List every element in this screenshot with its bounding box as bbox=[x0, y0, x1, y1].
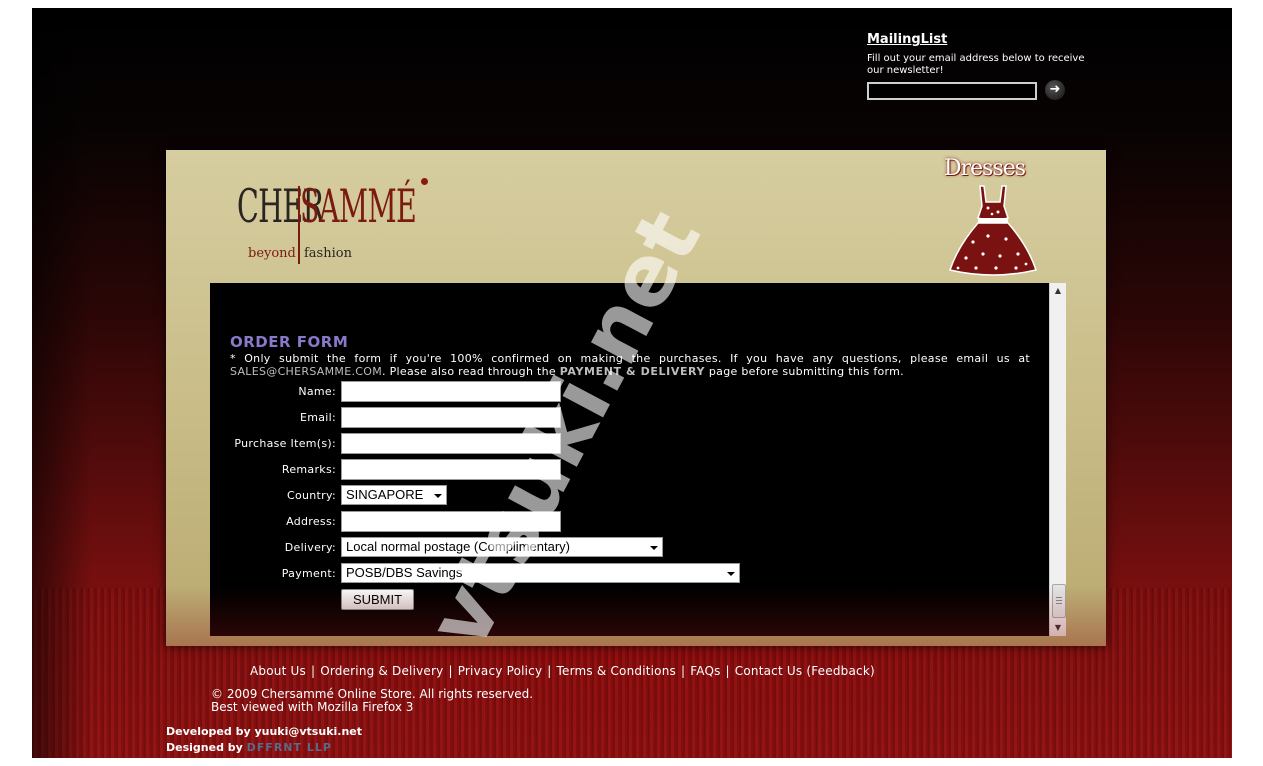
delivery-selected-value: Local normal postage (Complimentary) bbox=[346, 539, 570, 554]
purchase-items-label: Purchase Item(s): bbox=[234, 437, 336, 450]
developed-by-link[interactable]: Developed by yuuki@vtsuki.net bbox=[166, 724, 362, 740]
order-form-note: * Only submit the form if you're 100% co… bbox=[230, 352, 1030, 378]
footer-link-contact-us[interactable]: Contact Us (Feedback) bbox=[735, 664, 875, 678]
best-viewed-text: Best viewed with Mozilla Firefox 3 bbox=[211, 700, 414, 714]
newsletter-email-input[interactable] bbox=[867, 82, 1037, 100]
country-selected-value: SINGAPORE bbox=[346, 487, 424, 502]
address-input[interactable] bbox=[341, 511, 561, 532]
section-title: Dresses bbox=[944, 156, 1026, 181]
order-form-content: ORDER FORM * Only submit the form if you… bbox=[210, 283, 1066, 636]
page-background: MailingList Fill out your email address … bbox=[32, 8, 1232, 758]
payment-selected-value: POSB/DBS Savings bbox=[346, 565, 463, 580]
name-label: Name: bbox=[298, 385, 336, 398]
logo-tagline-beyond: beyond bbox=[248, 246, 296, 261]
mailing-list: MailingList Fill out your email address … bbox=[867, 32, 1087, 106]
note-text-1: * Only submit the form if you're 100% co… bbox=[230, 352, 1030, 365]
sales-email-link[interactable]: SALES@CHERSAMME.COM bbox=[230, 365, 382, 378]
remarks-label: Remarks: bbox=[281, 463, 336, 476]
credits: Developed by yuuki@vtsuki.net Designed b… bbox=[166, 724, 362, 756]
logo-text-cher: CHER bbox=[236, 179, 324, 233]
email-label: Email: bbox=[299, 411, 336, 424]
chevron-down-icon bbox=[727, 572, 735, 576]
designed-by: Designed by DFFRNT LLP bbox=[166, 740, 362, 756]
mailing-list-title: MailingList bbox=[867, 32, 948, 47]
logo-text-samme: SAMMÉ bbox=[300, 179, 417, 233]
chevron-down-icon bbox=[434, 494, 442, 498]
note-text-3: page before submitting this form. bbox=[705, 365, 904, 378]
payment-delivery-link[interactable]: PAYMENT & DELIVERY bbox=[560, 365, 705, 378]
delivery-label: Delivery: bbox=[284, 541, 336, 554]
logo-dot bbox=[421, 178, 428, 185]
mailing-list-row: ➜ bbox=[867, 80, 1087, 106]
footer-link-ordering-delivery[interactable]: Ordering & Delivery bbox=[320, 664, 443, 678]
scroll-down-icon[interactable]: ▼ bbox=[1050, 620, 1066, 636]
country-label: Country: bbox=[286, 489, 336, 502]
footer-link-faqs[interactable]: FAQs bbox=[690, 664, 720, 678]
country-select[interactable]: SINGAPORE bbox=[341, 485, 447, 505]
main-panel: CHER SAMMÉ beyond fashion Dresses ORDER … bbox=[166, 150, 1106, 646]
email-input[interactable] bbox=[341, 407, 561, 428]
payment-select[interactable]: POSB/DBS Savings bbox=[341, 563, 740, 583]
designed-by-prefix: Designed by bbox=[166, 741, 247, 754]
delivery-select[interactable]: Local normal postage (Complimentary) bbox=[341, 537, 663, 557]
arrow-right-icon[interactable]: ➜ bbox=[1045, 80, 1065, 100]
logo-tagline-fashion: fashion bbox=[304, 246, 352, 261]
scrollbar-thumb[interactable] bbox=[1052, 584, 1066, 618]
purchase-items-input[interactable] bbox=[341, 433, 561, 454]
order-form-title: ORDER FORM bbox=[230, 333, 349, 351]
content-scrollbar[interactable]: ▲ ▼ bbox=[1049, 283, 1066, 636]
footer-link-about-us[interactable]: About Us bbox=[250, 664, 306, 678]
copyright: © 2009 Chersammé Online Store. All right… bbox=[211, 688, 533, 714]
scroll-up-icon[interactable]: ▲ bbox=[1050, 283, 1066, 299]
name-input[interactable] bbox=[341, 381, 561, 402]
address-label: Address: bbox=[286, 515, 336, 528]
dress-icon bbox=[949, 185, 1037, 276]
footer-nav: About Us | Ordering & Delivery | Privacy Pol… bbox=[250, 664, 875, 678]
note-text-2: . Please also read through the bbox=[382, 365, 560, 378]
remarks-input[interactable] bbox=[341, 459, 561, 480]
submit-button[interactable]: SUBMIT bbox=[341, 589, 414, 610]
section-header-dresses: Dresses bbox=[944, 156, 1037, 276]
payment-label: Payment: bbox=[281, 567, 336, 580]
footer-link-privacy-policy[interactable]: Privacy Policy bbox=[458, 664, 543, 678]
footer-link-terms-conditions[interactable]: Terms & Conditions bbox=[557, 664, 676, 678]
chersamme-logo[interactable]: CHER SAMMÉ beyond fashion bbox=[228, 178, 428, 270]
designer-logo-link[interactable]: DFFRNT LLP bbox=[247, 741, 332, 754]
chevron-down-icon bbox=[650, 546, 658, 550]
mailing-list-description: Fill out your email address below to rec… bbox=[867, 53, 1085, 76]
